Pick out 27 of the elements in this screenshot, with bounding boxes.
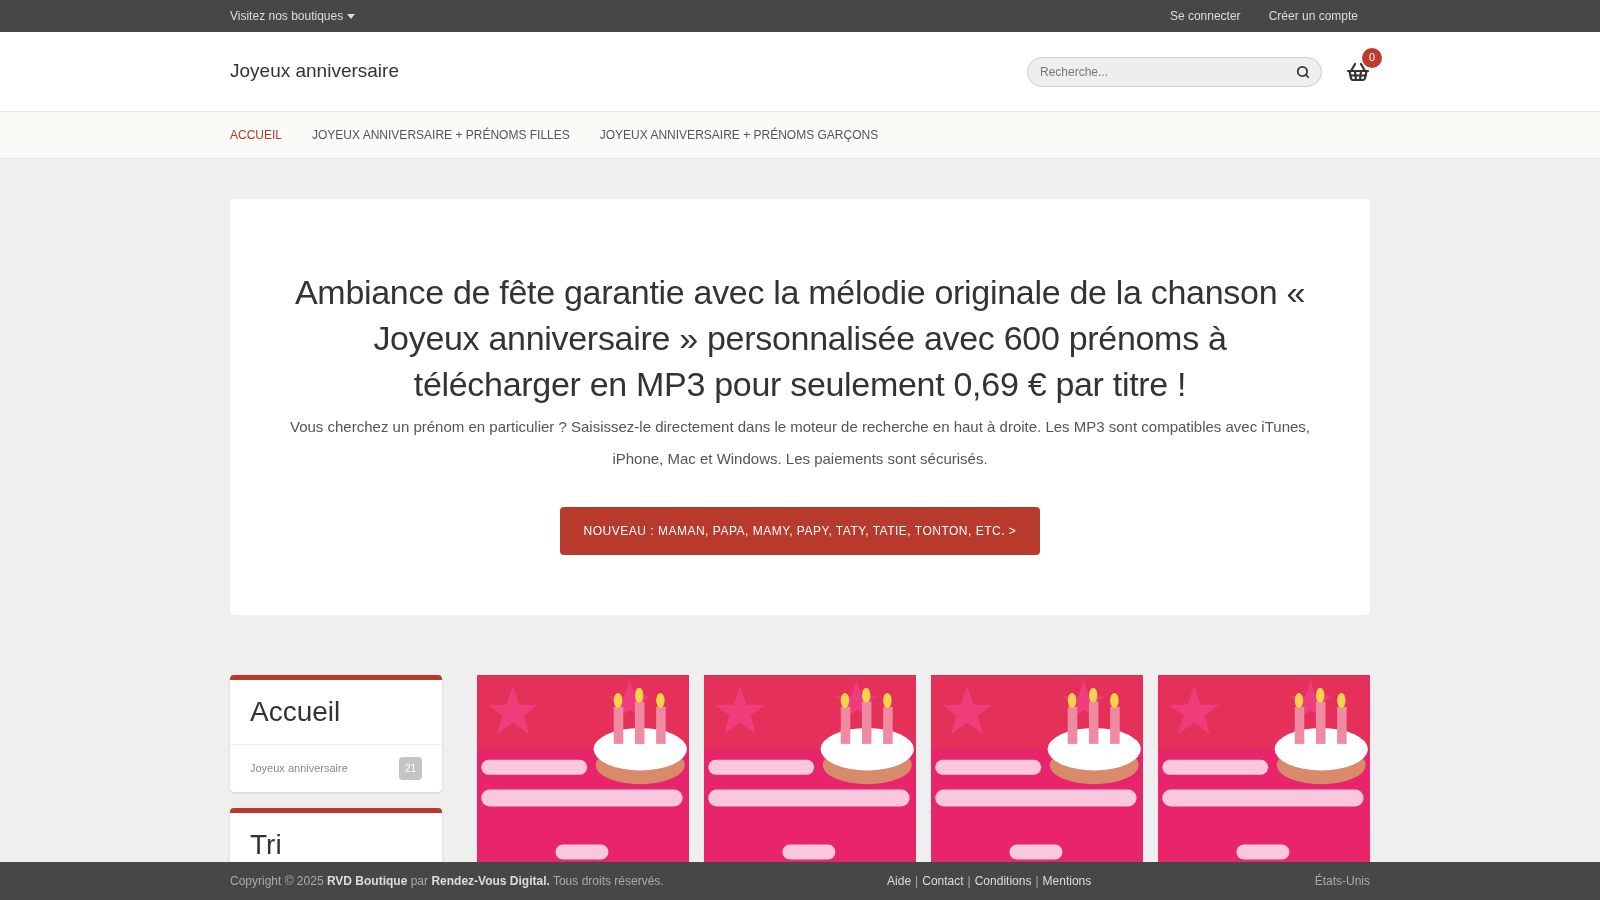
count-badge: 21 (398, 757, 422, 780)
footer-link[interactable]: Mentions (1042, 872, 1092, 890)
footer-link[interactable]: Contact (922, 872, 964, 890)
search-icon[interactable] (1296, 64, 1310, 79)
separator: | (1035, 873, 1039, 890)
footer-link[interactable]: Aide (887, 872, 912, 890)
widget-title: Tri (249, 828, 283, 862)
promo-button[interactable]: NOUVEAU : MAMAN, PAPA, MAMY, PAPY, TATY, TATIE, TONTON, ETC. > (559, 507, 1041, 555)
shops-dropdown[interactable]: Visitez nos boutiques (230, 7, 356, 25)
footer-link[interactable]: Conditions (974, 872, 1032, 890)
cart-count-badge: 0 (1362, 47, 1382, 68)
nav-tab[interactable]: JOYEUX ANNIVERSAIRE + PRÉNOMS FILLES (312, 126, 570, 144)
separator: | (915, 873, 919, 890)
account-link[interactable]: Créer un compte (1268, 7, 1358, 25)
category-link[interactable]: Joyeux anniversaire (250, 760, 348, 777)
account-link[interactable]: Se connecter (1169, 7, 1241, 25)
hero-title: Ambiance de fête garantie avec la mélodie originale de la chanson « Joyeux anniversaire » personnalisée avec 600 prénoms à télécharger en MP3 pour seulement 0,69 € par titre ! (294, 272, 1306, 405)
caret-icon (347, 13, 356, 19)
widget-title: Accueil (249, 695, 342, 729)
separator: | (967, 873, 971, 890)
search-field[interactable]: Recherche... (1027, 56, 1322, 87)
site-title[interactable]: Joyeux anniversaire (230, 57, 399, 86)
copyright-text: Copyright © 2025 RVD Boutique par Rendez-Vous Digital. Tous droits réservés. (230, 873, 664, 890)
hero-text: Vous cherchez un prénom en particulier ? Saisissez-le directement dans le moteur de recherche en haut à droite. Les MP3 sont compatibles avec iTunes, iPhone, Mac et Windows. Les paiements sont sécurisés. (290, 417, 1310, 469)
country-link[interactable]: États-Unis (1314, 872, 1370, 890)
nav-tab[interactable]: ACCUEIL (230, 126, 282, 144)
nav-tab[interactable]: JOYEUX ANNIVERSAIRE + PRÉNOMS GARÇONS (599, 126, 879, 144)
